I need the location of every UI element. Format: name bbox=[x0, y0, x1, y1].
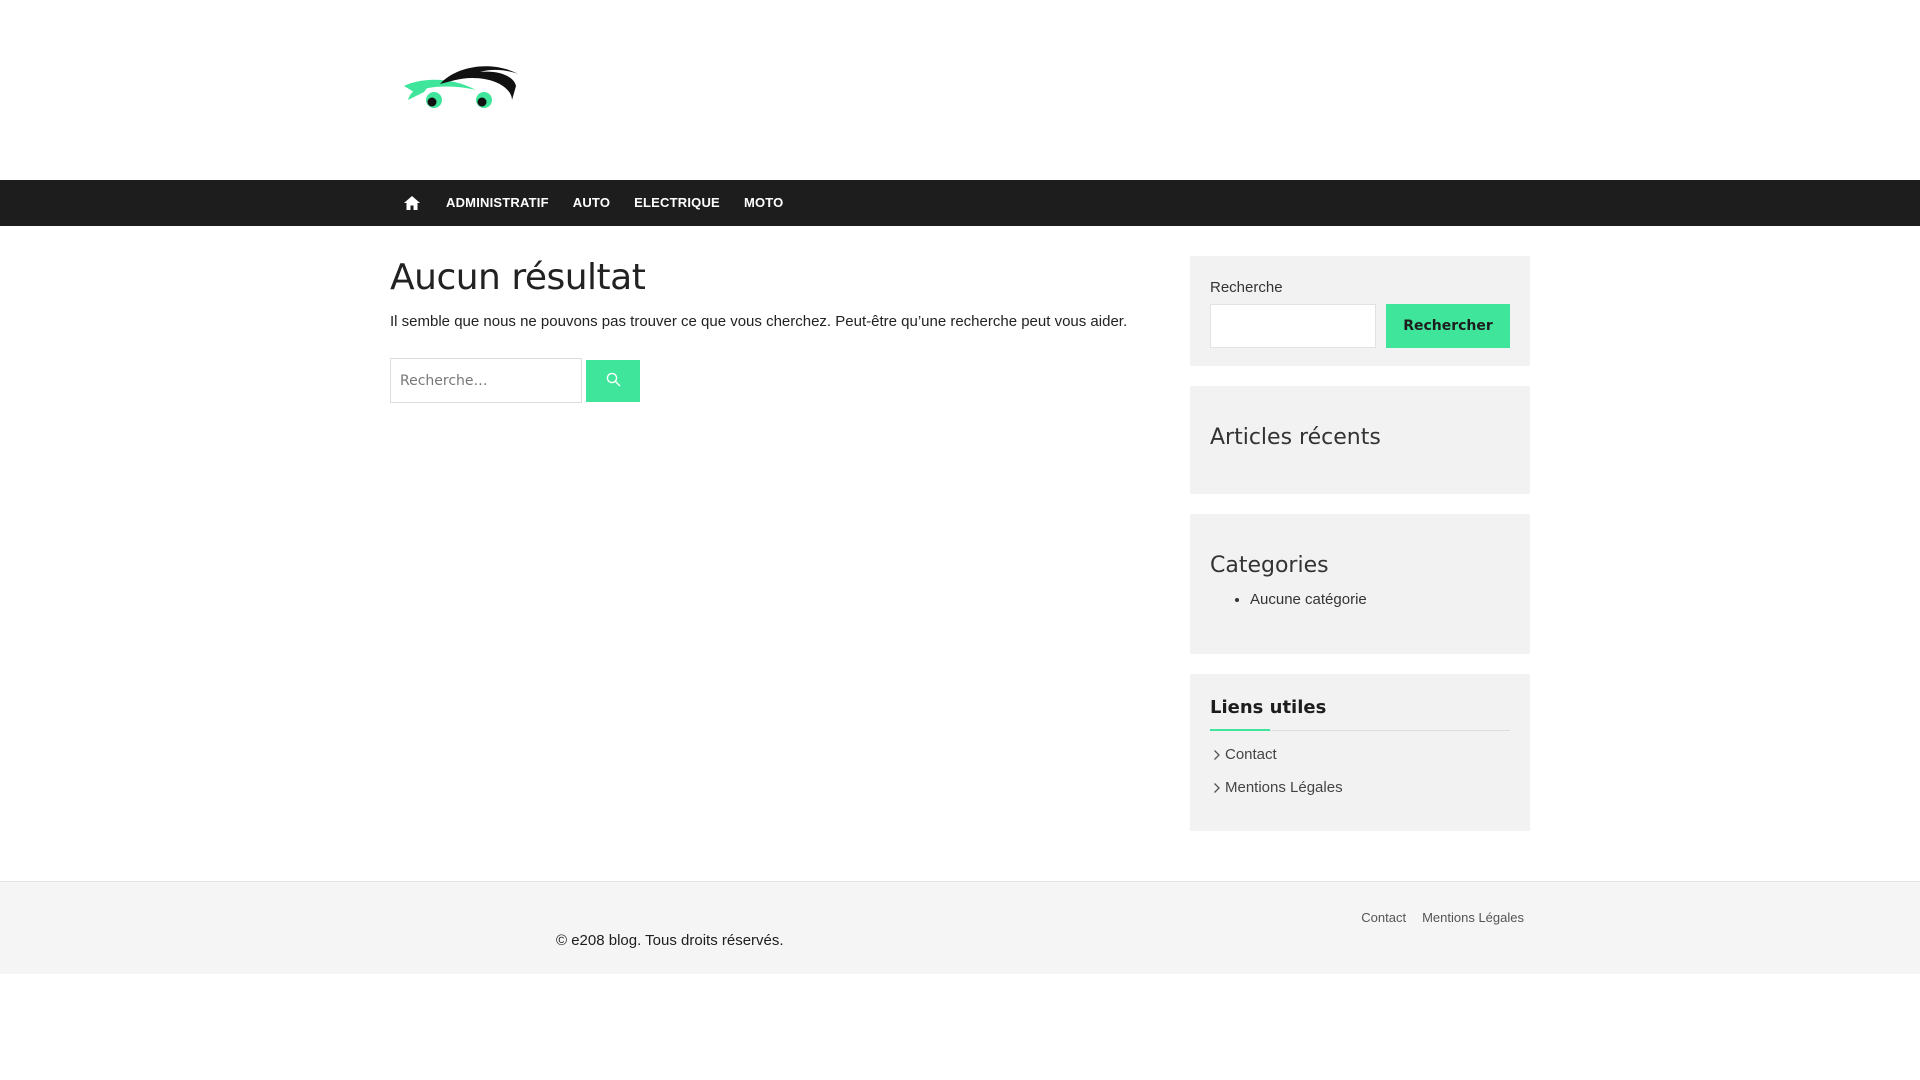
site-header bbox=[0, 0, 1920, 180]
search-input[interactable] bbox=[390, 358, 582, 403]
footer-link-contact[interactable]: Contact bbox=[1361, 910, 1406, 925]
nav-item-electrique[interactable]: ELECTRIQUE bbox=[622, 180, 732, 226]
sidebar: Recherche Rechercher Articles récents Ca… bbox=[1190, 256, 1530, 851]
footer-link-mentions-legales[interactable]: Mentions Légales bbox=[1422, 910, 1524, 925]
chevron-right-icon bbox=[1210, 748, 1224, 762]
categories-list: Aucune catégorie bbox=[1210, 590, 1510, 610]
category-item: Aucune catégorie bbox=[1250, 590, 1510, 610]
sidebar-link-contact[interactable]: Contact bbox=[1210, 745, 1510, 764]
car-logo-icon[interactable] bbox=[400, 62, 520, 118]
chevron-right-icon bbox=[1210, 781, 1224, 795]
search-button[interactable] bbox=[586, 359, 640, 402]
no-results-message: Il semble que nous ne pouvons pas trouve… bbox=[390, 313, 1128, 330]
useful-links-title: Liens utiles bbox=[1210, 697, 1327, 718]
categories-title: Categories bbox=[1210, 553, 1329, 578]
useful-links-widget: Liens utiles Contact Mentions Légales bbox=[1190, 674, 1530, 831]
nav-menu: ADMINISTRATIF AUTO ELECTRIQUE MOTO bbox=[390, 180, 796, 226]
sidebar-link-label: Contact bbox=[1225, 746, 1277, 763]
site-footer: © e208 blog. Tous droits réservés. Conta… bbox=[0, 881, 1920, 974]
search-widget: Recherche Rechercher bbox=[1190, 256, 1530, 366]
home-icon[interactable] bbox=[390, 180, 434, 226]
copyright-text: © e208 blog. Tous droits réservés. bbox=[556, 932, 784, 949]
recent-posts-title: Articles récents bbox=[1210, 425, 1381, 450]
sidebar-search-input[interactable] bbox=[1210, 304, 1376, 348]
main-navbar: ADMINISTRATIF AUTO ELECTRIQUE MOTO bbox=[0, 180, 1920, 226]
sidebar-link-mentions-legales[interactable]: Mentions Légales bbox=[1210, 778, 1510, 797]
title-divider bbox=[1210, 729, 1510, 731]
page-title: Aucun résultat bbox=[390, 257, 646, 298]
nav-item-moto[interactable]: MOTO bbox=[732, 180, 796, 226]
categories-widget: Categories Aucune catégorie bbox=[1190, 514, 1530, 654]
main-content: Aucun résultat Il semble que nous ne pou… bbox=[390, 256, 1130, 403]
search-widget-form: Rechercher bbox=[1210, 304, 1510, 348]
search-widget-label: Recherche bbox=[1210, 279, 1283, 296]
rechercher-button[interactable]: Rechercher bbox=[1386, 304, 1510, 348]
recent-posts-widget: Articles récents bbox=[1190, 386, 1530, 494]
search-form bbox=[390, 358, 1130, 403]
search-icon bbox=[606, 372, 621, 390]
footer-menu: Contact Mentions Légales bbox=[1345, 910, 1524, 925]
nav-item-administratif[interactable]: ADMINISTRATIF bbox=[434, 180, 561, 226]
sidebar-link-label: Mentions Légales bbox=[1225, 779, 1343, 796]
nav-item-auto[interactable]: AUTO bbox=[561, 180, 622, 226]
